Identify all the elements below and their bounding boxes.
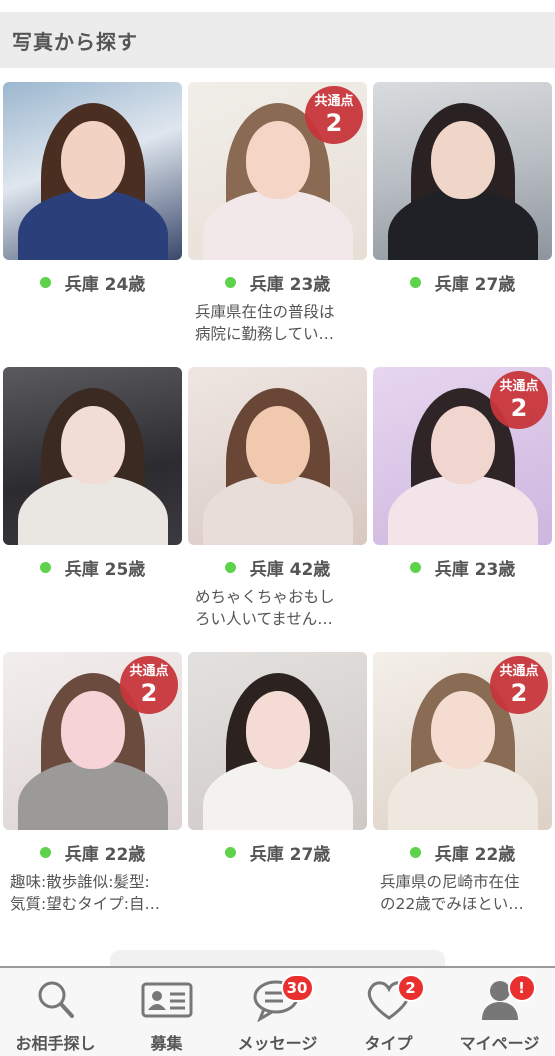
notification-badge: 2 xyxy=(396,974,425,1002)
profile-photo[interactable] xyxy=(3,367,182,545)
online-status-dot xyxy=(224,561,236,573)
profile-description: 趣味:散歩誰似:髪型: 気質:望むタイプ:自… xyxy=(10,873,160,913)
profile-description: 兵庫県の尼崎市在住 の22歳でみほとい… xyxy=(380,873,524,913)
profile-location-age: 兵庫 22歳 xyxy=(64,844,146,865)
profile-meta: 兵庫 24歳 xyxy=(3,260,182,304)
common-points-badge: 共通点 2 xyxy=(305,86,363,144)
photo-face-shape xyxy=(430,406,495,485)
profile-location-age: 兵庫 23歳 xyxy=(434,559,516,580)
common-points-label: 共通点 xyxy=(314,94,354,109)
chat-bubbles-icon: 30 xyxy=(252,974,314,1022)
online-status-dot xyxy=(224,276,236,288)
online-status-dot xyxy=(409,846,421,858)
common-points-badge: 共通点 2 xyxy=(490,371,548,429)
tab-label: お相手探し xyxy=(15,1034,96,1053)
online-status-dot xyxy=(39,846,51,858)
search-icon xyxy=(30,978,82,1022)
profile-photo[interactable] xyxy=(3,82,182,260)
id-card-icon xyxy=(141,978,193,1022)
profile-photo[interactable]: 共通点 2 xyxy=(188,82,367,260)
profile-meta: 兵庫 42歳 xyxy=(188,545,367,589)
profile-meta: 兵庫 23歳 xyxy=(188,260,367,304)
profile-photo[interactable]: 共通点 2 xyxy=(3,652,182,830)
profile-meta: 兵庫 22歳 xyxy=(373,830,552,874)
tab-id-card[interactable]: 募集 xyxy=(111,968,222,1056)
tab-label: 募集 xyxy=(150,1034,183,1053)
profile-card[interactable]: 兵庫 25歳 xyxy=(3,367,182,589)
profile-location-age: 兵庫 42歳 xyxy=(249,559,331,580)
profile-photo[interactable] xyxy=(373,82,552,260)
profile-photo[interactable] xyxy=(188,652,367,830)
tab-person[interactable]: ! マイページ xyxy=(444,968,555,1056)
photo-face-shape xyxy=(245,121,310,200)
common-points-count: 2 xyxy=(140,679,158,707)
tab-chat-bubbles[interactable]: 30 メッセージ xyxy=(222,968,333,1056)
bottom-tab-bar: お相手探し 募集 30 メッセージ 2 タイプ! マイページ xyxy=(0,966,555,1056)
online-status-dot xyxy=(409,561,421,573)
notification-badge: ! xyxy=(507,974,536,1002)
profile-meta: 兵庫 27歳 xyxy=(373,260,552,304)
profile-location-age: 兵庫 27歳 xyxy=(249,844,331,865)
profile-card[interactable]: 共通点 2 兵庫 23歳 xyxy=(373,367,552,589)
notification-badge: 30 xyxy=(280,974,314,1002)
tab-label: タイプ xyxy=(364,1034,413,1053)
online-status-dot xyxy=(409,276,421,288)
heart-icon: 2 xyxy=(363,974,425,1022)
photo-face-shape xyxy=(430,121,495,200)
photo-face-shape xyxy=(60,406,125,485)
photo-face-shape xyxy=(245,691,310,770)
profile-card[interactable]: 兵庫 27歳 xyxy=(188,652,367,874)
profile-card[interactable]: 共通点 2 兵庫 23歳兵庫県在住の普段は 病院に勤務してい… xyxy=(188,82,367,345)
tab-label: マイページ xyxy=(459,1034,540,1053)
profile-meta: 兵庫 27歳 xyxy=(188,830,367,874)
common-points-badge: 共通点 2 xyxy=(120,656,178,714)
profile-description: 兵庫県在住の普段は 病院に勤務してい… xyxy=(195,303,335,343)
common-points-label: 共通点 xyxy=(129,664,169,679)
tab-label: メッセージ xyxy=(237,1034,318,1053)
online-status-dot xyxy=(39,276,51,288)
common-points-count: 2 xyxy=(510,679,528,707)
profile-card[interactable]: 兵庫 42歳めちゃくちゃおもし ろい人いてません… xyxy=(188,367,367,630)
section-header: 写真から探す xyxy=(0,12,555,68)
profile-card[interactable]: 兵庫 27歳 xyxy=(373,82,552,304)
profile-photo[interactable] xyxy=(188,367,367,545)
photo-face-shape xyxy=(60,691,125,770)
profile-location-age: 兵庫 27歳 xyxy=(434,274,516,295)
profile-card[interactable]: 共通点 2 兵庫 22歳趣味:散歩誰似:髪型: 気質:望むタイプ:自… xyxy=(3,652,182,915)
common-points-count: 2 xyxy=(510,394,528,422)
common-points-label: 共通点 xyxy=(499,379,539,394)
tab-search[interactable]: お相手探し xyxy=(0,968,111,1056)
profile-photo[interactable]: 共通点 2 xyxy=(373,367,552,545)
profile-meta: 兵庫 25歳 xyxy=(3,545,182,589)
photo-face-shape xyxy=(60,121,125,200)
profile-location-age: 兵庫 22歳 xyxy=(434,844,516,865)
profile-meta: 兵庫 23歳 xyxy=(373,545,552,589)
photo-face-shape xyxy=(430,691,495,770)
common-points-count: 2 xyxy=(325,109,343,137)
profile-card[interactable]: 兵庫 24歳 xyxy=(3,82,182,304)
tab-heart[interactable]: 2 タイプ xyxy=(333,968,444,1056)
common-points-badge: 共通点 2 xyxy=(490,656,548,714)
section-title: 写真から探す xyxy=(12,29,138,54)
profile-location-age: 兵庫 23歳 xyxy=(249,274,331,295)
profile-card[interactable]: 共通点 2 兵庫 22歳兵庫県の尼崎市在住 の22歳でみほとい… xyxy=(373,652,552,915)
person-icon: ! xyxy=(474,974,536,1022)
online-status-dot xyxy=(224,846,236,858)
profile-location-age: 兵庫 24歳 xyxy=(64,274,146,295)
profile-description: めちゃくちゃおもし ろい人いてません… xyxy=(195,588,335,628)
profile-photo[interactable]: 共通点 2 xyxy=(373,652,552,830)
common-points-label: 共通点 xyxy=(499,664,539,679)
online-status-dot xyxy=(39,561,51,573)
profile-meta: 兵庫 22歳 xyxy=(3,830,182,874)
profile-location-age: 兵庫 25歳 xyxy=(64,559,146,580)
photo-face-shape xyxy=(245,406,310,485)
